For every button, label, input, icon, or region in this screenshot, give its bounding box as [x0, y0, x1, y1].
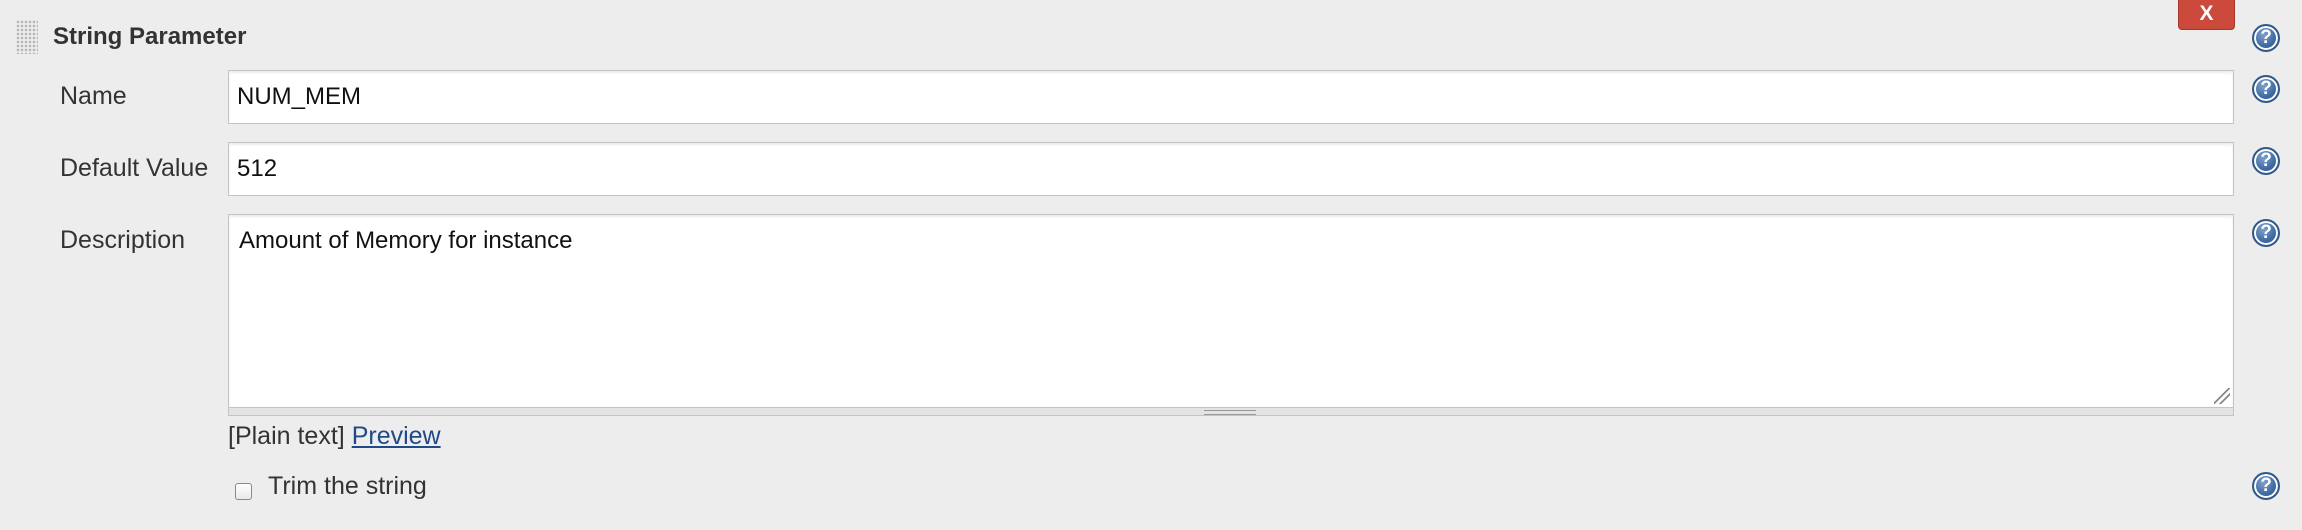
section-title: String Parameter	[53, 23, 247, 50]
description-label: Description	[60, 226, 186, 254]
format-row: [Plain text] Preview	[228, 421, 441, 451]
plain-text-label: [Plain text]	[228, 422, 345, 450]
section-help-icon[interactable]: ?	[2252, 24, 2280, 52]
trim-checkbox[interactable]	[235, 483, 252, 500]
name-label: Name	[60, 82, 127, 110]
preview-link[interactable]: Preview	[352, 422, 441, 450]
description-help-icon[interactable]: ?	[2252, 219, 2280, 247]
default-value-help-icon[interactable]: ?	[2252, 147, 2280, 175]
resize-grip-icon	[1204, 410, 1256, 415]
trim-label: Trim the string	[268, 472, 427, 500]
default-value-label: Default Value	[60, 154, 209, 182]
description-textarea[interactable]: Amount of Memory for instance	[228, 214, 2234, 408]
default-value-input[interactable]	[228, 142, 2234, 196]
name-input[interactable]	[228, 70, 2234, 124]
drag-handle-icon[interactable]	[16, 20, 38, 54]
name-help-icon[interactable]: ?	[2252, 75, 2280, 103]
close-button[interactable]: X	[2178, 0, 2235, 30]
trim-help-icon[interactable]: ?	[2252, 472, 2280, 500]
textarea-resize-corner[interactable]	[2214, 388, 2230, 404]
